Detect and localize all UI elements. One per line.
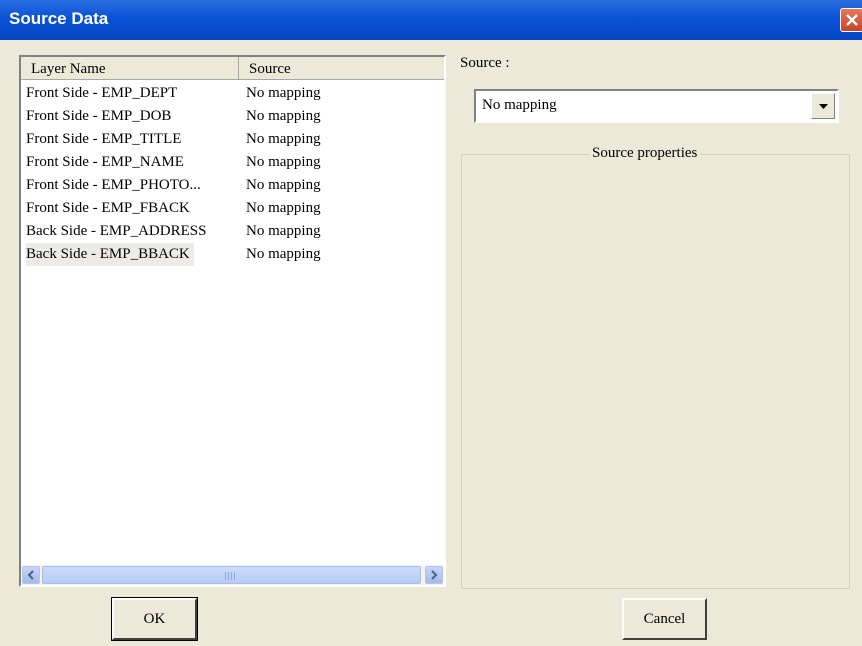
layer-list[interactable]: Layer Name Source Front Side - EMP_DEPT N… bbox=[19, 55, 446, 587]
scroll-thumb[interactable] bbox=[42, 566, 421, 584]
layer-name-cell: Front Side - EMP_DEPT bbox=[26, 85, 178, 101]
list-row[interactable]: Front Side - EMP_FBACK No mapping bbox=[21, 197, 444, 220]
source-dropdown-value: No mapping bbox=[482, 97, 557, 113]
scroll-left-button[interactable] bbox=[22, 566, 40, 584]
source-dropdown[interactable]: No mapping bbox=[474, 89, 839, 123]
source-properties-group bbox=[461, 154, 850, 589]
list-header: Layer Name Source bbox=[21, 57, 444, 80]
layer-name-cell: Front Side - EMP_TITLE bbox=[26, 131, 182, 147]
layer-name-cell: Front Side - EMP_PHOTO... bbox=[26, 177, 201, 193]
source-label: Source : bbox=[460, 55, 510, 71]
title-bar: Source Data bbox=[0, 0, 862, 40]
list-rows: Front Side - EMP_DEPT No mapping Front Si… bbox=[21, 82, 444, 266]
list-row[interactable]: Front Side - EMP_TITLE No mapping bbox=[21, 128, 444, 151]
source-cell: No mapping bbox=[246, 85, 321, 101]
layer-name-cell: Back Side - EMP_ADDRESS bbox=[26, 223, 207, 239]
list-row[interactable]: Front Side - EMP_DOB No mapping bbox=[21, 105, 444, 128]
close-icon bbox=[846, 14, 858, 26]
source-cell: No mapping bbox=[246, 223, 321, 239]
scroll-right-button[interactable] bbox=[425, 566, 443, 584]
layer-name-cell: Front Side - EMP_NAME bbox=[26, 154, 184, 170]
arrow-right-icon bbox=[431, 570, 438, 580]
arrow-left-icon bbox=[27, 570, 34, 580]
source-cell: No mapping bbox=[246, 154, 321, 170]
source-cell: No mapping bbox=[246, 200, 321, 216]
source-properties-title: Source properties bbox=[589, 145, 701, 162]
list-row[interactable]: Back Side - EMP_ADDRESS No mapping bbox=[21, 220, 444, 243]
list-row-selected[interactable]: Back Side - EMP_BBACK No mapping bbox=[21, 243, 444, 266]
cancel-button[interactable]: Cancel bbox=[622, 598, 707, 640]
list-row[interactable]: Front Side - EMP_NAME No mapping bbox=[21, 151, 444, 174]
window-title: Source Data bbox=[9, 9, 109, 28]
close-button[interactable] bbox=[840, 8, 862, 32]
column-header-source[interactable]: Source bbox=[239, 57, 444, 80]
source-cell: No mapping bbox=[246, 177, 321, 193]
column-header-layer-name[interactable]: Layer Name bbox=[21, 57, 239, 80]
layer-name-cell: Back Side - EMP_BBACK bbox=[26, 243, 194, 266]
dropdown-button[interactable] bbox=[811, 93, 835, 119]
ok-button[interactable]: OK bbox=[111, 597, 198, 641]
source-cell: No mapping bbox=[246, 246, 321, 262]
layer-name-cell: Front Side - EMP_DOB bbox=[26, 108, 172, 124]
source-cell: No mapping bbox=[246, 131, 321, 147]
layer-name-cell: Front Side - EMP_FBACK bbox=[26, 200, 190, 216]
grip-icon bbox=[225, 572, 237, 580]
source-cell: No mapping bbox=[246, 108, 321, 124]
chevron-down-icon bbox=[819, 104, 828, 109]
list-row[interactable]: Front Side - EMP_DEPT No mapping bbox=[21, 82, 444, 105]
horizontal-scrollbar[interactable] bbox=[21, 565, 444, 585]
list-row[interactable]: Front Side - EMP_PHOTO... No mapping bbox=[21, 174, 444, 197]
